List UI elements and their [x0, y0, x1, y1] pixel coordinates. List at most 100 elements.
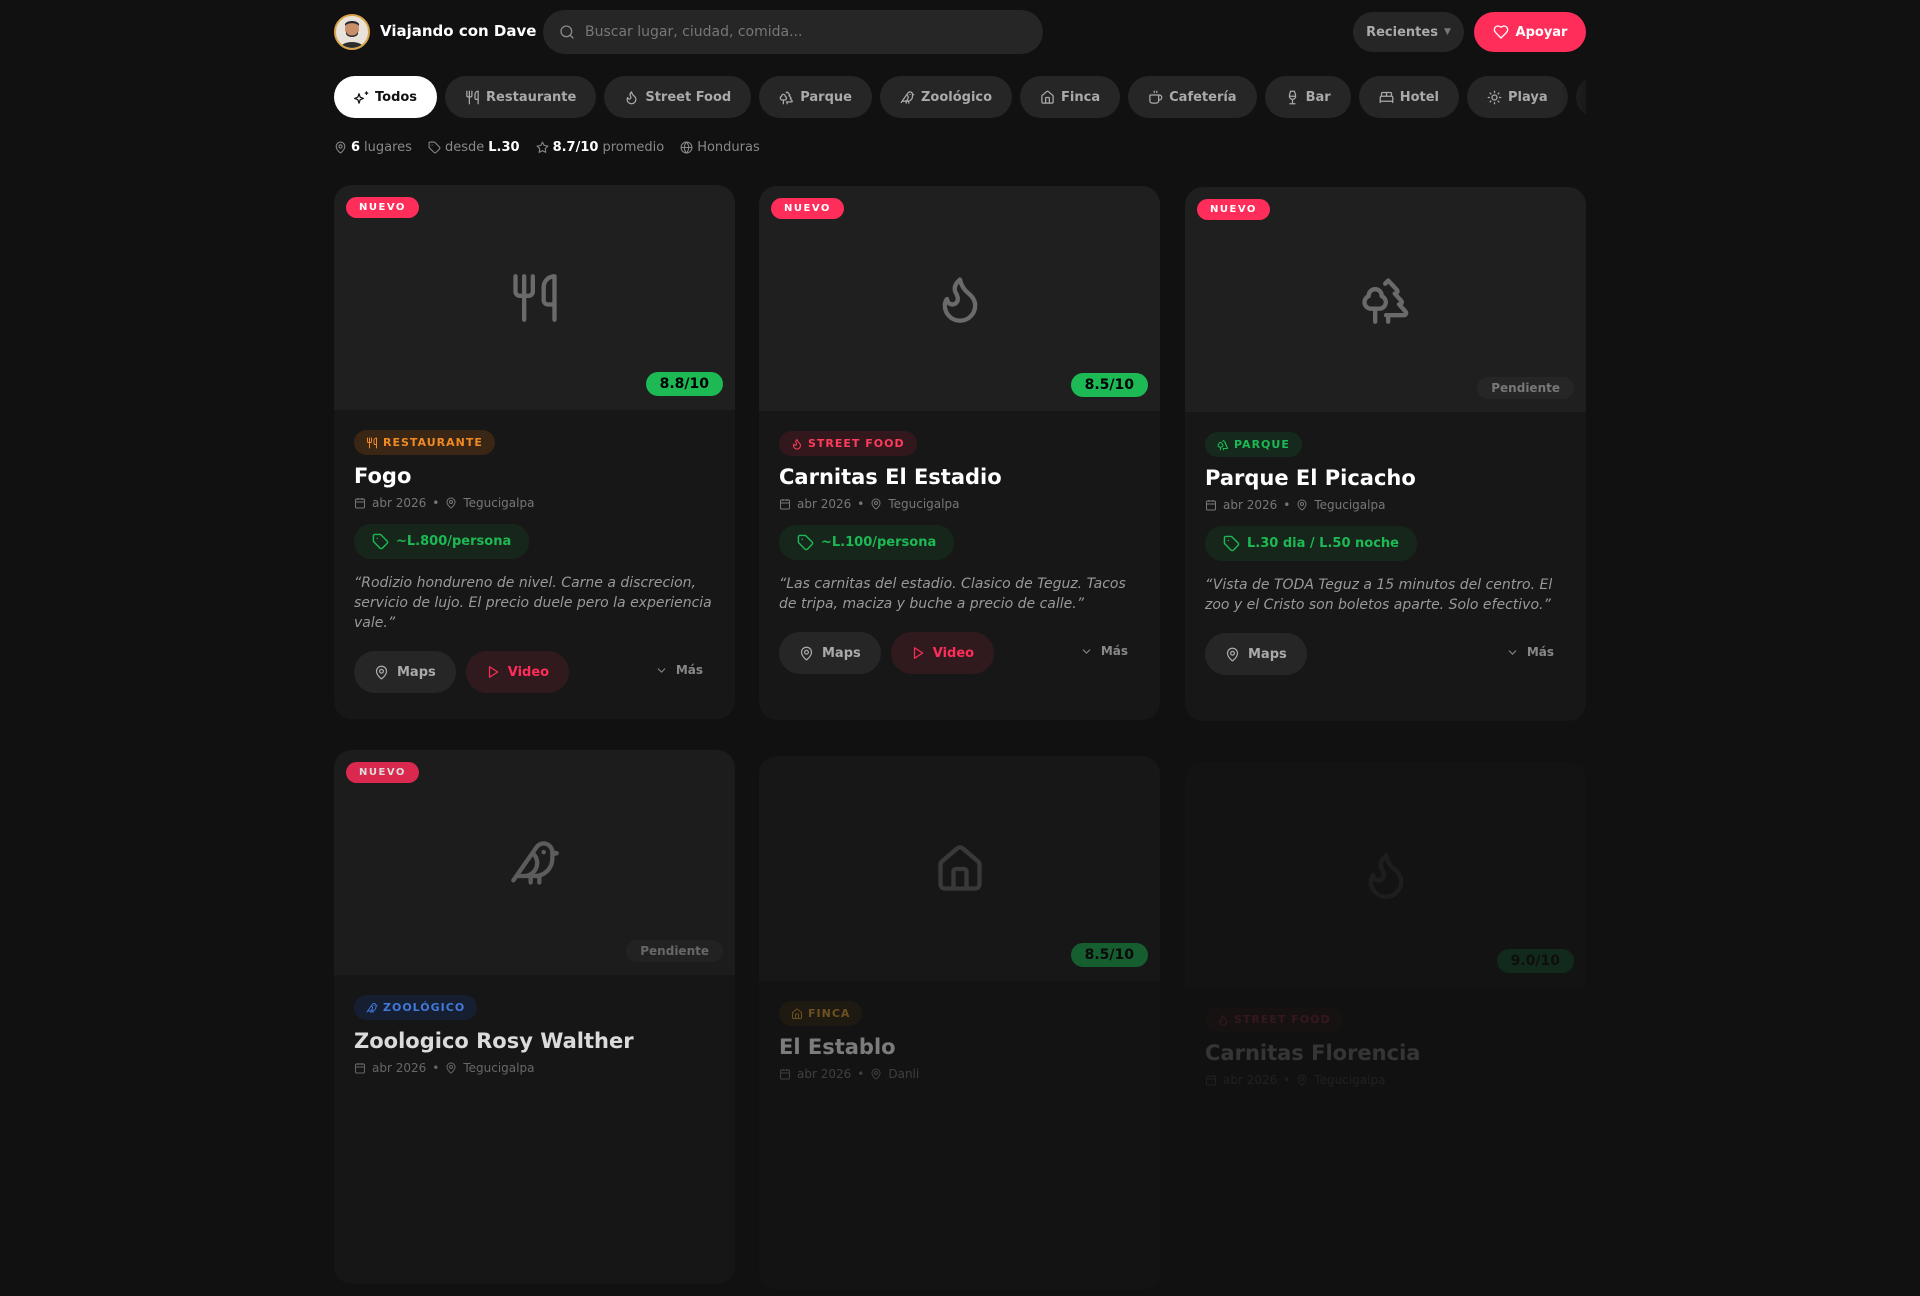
maps-button[interactable]: Maps	[1205, 633, 1307, 675]
sun-icon	[1487, 90, 1502, 105]
filter-chip-hotel[interactable]: Hotel	[1358, 76, 1459, 118]
place-card[interactable]: NUEVO 8.8/10 RESTAURANTE Fogo abr 2026 • T…	[334, 185, 735, 719]
filter-chip-playa[interactable]: Playa	[1467, 76, 1568, 118]
filter-chip-parque[interactable]: Parque	[759, 76, 872, 118]
place-card[interactable]: 9.0/10 STREET FOOD Carnitas Florencia ab…	[1185, 762, 1586, 1296]
tag-icon	[372, 533, 389, 550]
search-input[interactable]	[585, 24, 1005, 40]
more-button[interactable]: Más	[655, 663, 703, 677]
filter-chip-finca[interactable]: Finca	[1020, 76, 1121, 118]
flame-icon	[624, 90, 639, 105]
maps-label: Maps	[822, 645, 861, 661]
place-title[interactable]: Carnitas Florencia	[1205, 1041, 1566, 1065]
filter-chip-bar[interactable]: Bar	[1264, 76, 1351, 118]
sort-label: Recientes	[1366, 24, 1438, 40]
category-label: STREET FOOD	[808, 437, 905, 450]
maps-label: Maps	[397, 664, 436, 680]
calendar-icon	[779, 498, 791, 510]
score-badge: 9.0/10	[1496, 949, 1574, 973]
pin-icon	[799, 646, 814, 661]
stat-average-value: 8.7/10	[552, 140, 599, 155]
more-button[interactable]: Más	[1506, 645, 1554, 659]
stat-average-label: promedio	[602, 140, 665, 155]
category-label: ZOOLÓGICO	[383, 1001, 466, 1014]
flame-icon	[1360, 849, 1412, 901]
filter-chip-todos[interactable]: Todos	[334, 76, 438, 118]
visit-date: abr 2026	[1223, 498, 1278, 512]
chevron-down-icon	[1506, 646, 1519, 659]
filter-chip-label: Restaurante	[486, 89, 577, 105]
place-title[interactable]: Carnitas El Estadio	[779, 465, 1140, 489]
review-quote: “Las carnitas del estadio. Clasico de Te…	[779, 576, 1126, 612]
place-meta: abr 2026 • Tegucigalpa	[354, 496, 715, 510]
place-title[interactable]: El Establo	[779, 1035, 1140, 1059]
review-quote: “Vista de TODA Teguz a 15 minutos del ce…	[1205, 577, 1553, 613]
house-icon	[1040, 90, 1055, 105]
avatar[interactable]	[334, 14, 370, 50]
pin-icon	[1296, 1074, 1308, 1086]
price-badge: ~L.800/persona	[354, 524, 530, 559]
place-meta: abr 2026 • Tegucigalpa	[1205, 498, 1566, 512]
video-button[interactable]: Video	[465, 651, 570, 693]
flame-icon	[934, 273, 986, 325]
place-title[interactable]: Parque El Picacho	[1205, 466, 1566, 490]
card-image: NUEVO 8.8/10	[334, 185, 735, 410]
heart-icon	[1493, 24, 1509, 40]
review-quote: “Rodizio hondureno de nivel. Carne a dis…	[354, 575, 712, 631]
price-label: L.30 dia / L.50 noche	[1247, 536, 1399, 551]
sort-dropdown[interactable]: Recientes ▼	[1353, 12, 1464, 52]
place-city: Tegucigalpa	[1314, 1073, 1386, 1087]
video-button[interactable]: Video	[890, 632, 995, 674]
stat-average: 8.7/10 promedio	[536, 140, 665, 155]
place-title[interactable]: Fogo	[354, 464, 715, 488]
filter-chip-zool-gico[interactable]: Zoológico	[879, 76, 1013, 118]
utensils-icon	[465, 90, 480, 105]
caret-down-icon: ▼	[1443, 27, 1451, 37]
place-card[interactable]: NUEVO Pendiente PARQUE Parque El Picacho…	[1185, 187, 1586, 721]
calendar-icon	[354, 1062, 366, 1074]
place-card[interactable]: 8.5/10 FINCA El Establo abr 2026 • Danli	[759, 756, 1160, 1290]
stat-country-value: Honduras	[697, 140, 760, 155]
tag-icon	[1223, 535, 1240, 552]
globe-icon	[680, 141, 693, 154]
trees-icon	[1360, 274, 1412, 326]
bed-icon	[1379, 90, 1394, 105]
chevron-down-icon	[1080, 645, 1093, 658]
place-card[interactable]: NUEVO Pendiente ZOOLÓGICO Zoologico Rosy…	[334, 750, 735, 1284]
search-icon	[559, 24, 575, 40]
filter-chip-street-food[interactable]: Street Food	[604, 76, 752, 118]
stat-price-value: L.30	[488, 140, 520, 155]
category-badge: STREET FOOD	[1205, 1007, 1343, 1032]
visit-date: abr 2026	[372, 496, 427, 510]
filter-chip-label: Finca	[1061, 89, 1101, 105]
place-title[interactable]: Zoologico Rosy Walther	[354, 1029, 715, 1053]
maps-button[interactable]: Maps	[354, 651, 456, 693]
filter-chip-cafeter-a[interactable]: Cafetería	[1128, 76, 1257, 118]
pin-icon	[445, 1062, 457, 1074]
maps-label: Maps	[1248, 646, 1287, 662]
score-badge: 8.8/10	[645, 372, 723, 396]
filter-chip-restaurante[interactable]: Restaurante	[445, 76, 597, 118]
play-icon	[911, 646, 925, 660]
pending-badge: Pendiente	[626, 940, 723, 962]
place-card[interactable]: NUEVO 8.5/10 STREET FOOD Carnitas El Est…	[759, 186, 1160, 720]
filter-chip-label: Playa	[1508, 89, 1548, 105]
support-button[interactable]: Apoyar	[1474, 12, 1586, 52]
calendar-icon	[354, 497, 366, 509]
visit-date: abr 2026	[1223, 1073, 1278, 1087]
price-badge: ~L.100/persona	[779, 525, 955, 560]
more-label: Más	[1526, 645, 1554, 659]
new-badge: NUEVO	[771, 198, 844, 219]
bird-icon	[509, 837, 561, 889]
pin-icon	[445, 497, 457, 509]
brand-title[interactable]: Viajando con Dave	[380, 22, 536, 40]
search-bar[interactable]	[543, 10, 1043, 54]
calendar-icon	[779, 1068, 791, 1080]
stat-count-value: 6	[351, 140, 361, 155]
maps-button[interactable]: Maps	[779, 632, 881, 674]
sparkles-icon	[354, 90, 369, 105]
filter-chip-label: Cafetería	[1169, 89, 1237, 105]
calendar-icon	[1205, 1074, 1217, 1086]
more-button[interactable]: Más	[1080, 644, 1128, 658]
stat-country: Honduras	[680, 140, 760, 155]
